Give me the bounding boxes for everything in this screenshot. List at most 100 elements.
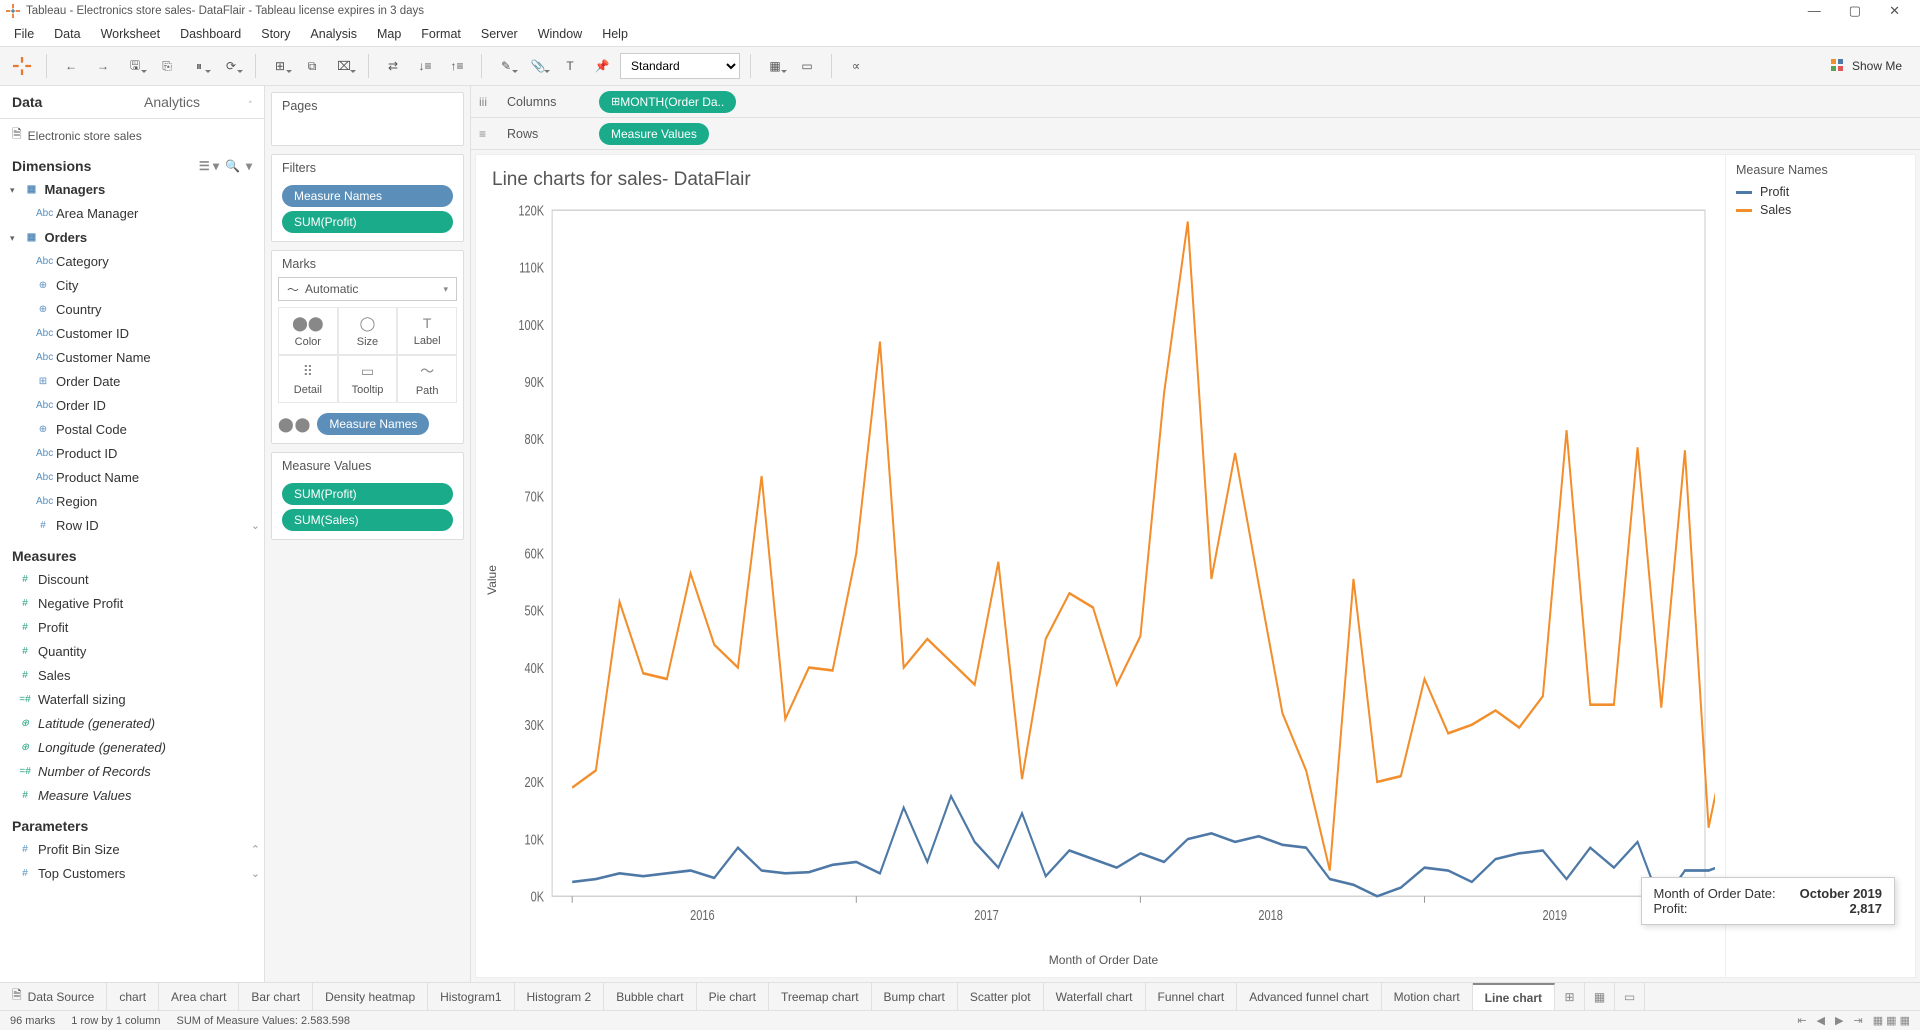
menu-map[interactable]: Map <box>367 25 411 43</box>
sheet-tab[interactable]: Density heatmap <box>313 983 428 1010</box>
search-fields-icon[interactable]: 🔍 <box>225 159 240 173</box>
dim-field[interactable]: AbcOrder ID <box>0 394 264 418</box>
rows-pill[interactable]: Measure Values <box>599 123 709 145</box>
sheet-tab[interactable]: Bubble chart <box>604 983 696 1010</box>
swap-icon[interactable]: ⇄ <box>379 52 407 80</box>
dim-field[interactable]: ⊞Order Date <box>0 370 264 394</box>
dim-field[interactable]: #Row ID⌄ <box>0 514 264 538</box>
dim-field[interactable]: AbcCategory <box>0 250 264 274</box>
sort-asc-icon[interactable]: ↓≡ <box>411 52 439 80</box>
menu-story[interactable]: Story <box>251 25 300 43</box>
measure-field[interactable]: #Quantity <box>0 640 264 664</box>
measure-field[interactable]: #Negative Profit <box>0 592 264 616</box>
marks-color-pill[interactable]: Measure Names <box>317 413 429 435</box>
dim-field[interactable]: AbcProduct ID <box>0 442 264 466</box>
labels-icon[interactable]: T <box>556 52 584 80</box>
viz-title[interactable]: Line charts for sales- DataFlair <box>492 169 1715 191</box>
menu-window[interactable]: Window <box>528 25 592 43</box>
new-datasource-icon[interactable]: ⎘ <box>153 52 181 80</box>
measure-field[interactable]: #Profit <box>0 616 264 640</box>
tab-analytics[interactable]: Analytics◦ <box>132 86 264 118</box>
measure-field[interactable]: ⊕Longitude (generated) <box>0 736 264 760</box>
menu-server[interactable]: Server <box>471 25 528 43</box>
menu-dashboard[interactable]: Dashboard <box>170 25 251 43</box>
dim-field[interactable]: ⊕Postal Code <box>0 418 264 442</box>
analytics-settings-icon[interactable]: ◦ <box>248 97 252 108</box>
marks-size[interactable]: ◯Size <box>338 307 398 355</box>
menu-file[interactable]: File <box>4 25 44 43</box>
marks-tooltip[interactable]: ▭Tooltip <box>338 355 398 403</box>
sheet-tab[interactable]: Bump chart <box>872 983 958 1010</box>
sheet-tab[interactable]: Treemap chart <box>769 983 872 1010</box>
clear-icon[interactable]: ⌧ <box>330 52 358 80</box>
filter-pill[interactable]: Measure Names <box>282 185 453 207</box>
measure-field[interactable]: =#Number of Records <box>0 760 264 784</box>
minimize-button[interactable]: — <box>1808 3 1821 19</box>
sheet-tab[interactable]: Advanced funnel chart <box>1237 983 1381 1010</box>
undo-icon[interactable]: ← <box>57 52 85 80</box>
pause-updates-icon[interactable]: ⏸ <box>185 52 213 80</box>
columns-pill[interactable]: MONTH(Order Da.. <box>599 91 736 113</box>
rows-shelf[interactable]: ≡ Rows Measure Values <box>471 118 1920 150</box>
parameter-field[interactable]: #Top Customers⌄ <box>0 862 264 886</box>
pin-icon[interactable]: 📌 <box>588 52 616 80</box>
pages-shelf[interactable]: Pages <box>271 92 464 146</box>
sort-desc-icon[interactable]: ↑≡ <box>443 52 471 80</box>
measure-value-pill[interactable]: SUM(Sales) <box>282 509 453 531</box>
datasource-label[interactable]: 🗎 Electronic store sales <box>0 119 264 152</box>
measure-field[interactable]: #Measure Values <box>0 784 264 808</box>
measure-value-pill[interactable]: SUM(Profit) <box>282 483 453 505</box>
nav-next-icon[interactable]: ▶ <box>1835 1014 1843 1027</box>
close-button[interactable]: ✕ <box>1889 3 1900 19</box>
data-source-tab[interactable]: 🗎Data Source <box>0 983 107 1010</box>
scroll-down-icon[interactable]: ⌄ <box>251 516 260 536</box>
columns-shelf[interactable]: iii Columns MONTH(Order Da.. <box>471 86 1920 118</box>
menu-format[interactable]: Format <box>411 25 471 43</box>
dim-field[interactable]: AbcCustomer Name <box>0 346 264 370</box>
chart[interactable]: Value 0K10K20K30K40K50K60K70K80K90K100K1… <box>492 197 1715 949</box>
legend-item-profit[interactable]: Profit <box>1736 183 1905 201</box>
new-worksheet-icon[interactable]: ⊞ <box>266 52 294 80</box>
dim-field[interactable]: ⊕Country <box>0 298 264 322</box>
sheet-tab[interactable]: chart <box>107 983 159 1010</box>
dim-field[interactable]: AbcArea Manager <box>0 202 264 226</box>
dim-field[interactable]: AbcRegion <box>0 490 264 514</box>
sheet-tab[interactable]: Line chart <box>1473 983 1555 1010</box>
menu-data[interactable]: Data <box>44 25 90 43</box>
new-story-tab-icon[interactable]: ▭ <box>1615 983 1645 1010</box>
measure-field[interactable]: #Discount <box>0 568 264 592</box>
menu-help[interactable]: Help <box>592 25 638 43</box>
measure-field[interactable]: #Sales <box>0 664 264 688</box>
view-options-icon[interactable]: ☰ ▾ <box>199 159 219 173</box>
dim-field[interactable]: AbcProduct Name <box>0 466 264 490</box>
measure-field[interactable]: ⊕Latitude (generated) <box>0 712 264 736</box>
scroll-up-icon[interactable]: ⌃ <box>251 840 260 860</box>
nav-prev-icon[interactable]: ◀ <box>1817 1014 1825 1027</box>
marks-label[interactable]: TLabel <box>397 307 457 355</box>
maximize-button[interactable]: ▢ <box>1849 3 1861 19</box>
new-worksheet-tab-icon[interactable]: ⊞ <box>1555 983 1585 1010</box>
sheet-tab[interactable]: Pie chart <box>697 983 769 1010</box>
show-me-button[interactable]: Show Me <box>1830 58 1912 74</box>
menu-analysis[interactable]: Analysis <box>300 25 367 43</box>
fit-selector[interactable]: Standard <box>620 53 740 79</box>
redo-icon[interactable]: → <box>89 52 117 80</box>
sheet-tab[interactable]: Area chart <box>159 983 239 1010</box>
duplicate-icon[interactable]: ⧉ <box>298 52 326 80</box>
marks-type-selector[interactable]: 〜Automatic <box>278 277 457 301</box>
group-icon[interactable]: 📎 <box>524 52 552 80</box>
menu-worksheet[interactable]: Worksheet <box>91 25 171 43</box>
sheet-tab[interactable]: Funnel chart <box>1146 983 1238 1010</box>
sheet-tab[interactable]: Histogram1 <box>428 983 514 1010</box>
sheet-tab[interactable]: Bar chart <box>239 983 313 1010</box>
share-icon[interactable]: ∝ <box>842 52 870 80</box>
measure-values-shelf[interactable]: Measure Values SUM(Profit) SUM(Sales) <box>271 452 464 540</box>
dim-group-orders[interactable]: ▦Orders <box>0 226 264 250</box>
sheet-tab[interactable]: Motion chart <box>1382 983 1473 1010</box>
presentation-icon[interactable]: ▭ <box>793 52 821 80</box>
highlight-icon[interactable]: ✎ <box>492 52 520 80</box>
sheet-tab[interactable]: Scatter plot <box>958 983 1044 1010</box>
new-dashboard-tab-icon[interactable]: ▦ <box>1585 983 1615 1010</box>
dim-field[interactable]: AbcCustomer ID <box>0 322 264 346</box>
dim-group-managers[interactable]: ▦Managers <box>0 178 264 202</box>
